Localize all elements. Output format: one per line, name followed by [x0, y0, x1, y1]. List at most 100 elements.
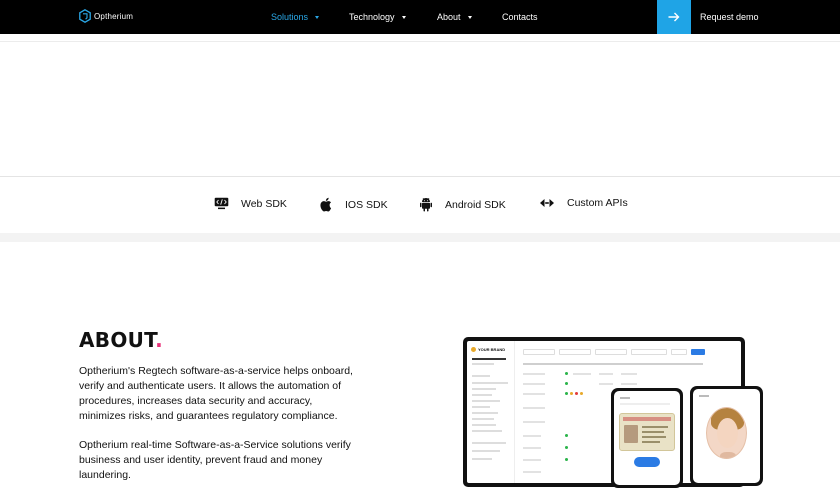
- mockup-row: [621, 383, 637, 385]
- mockup-line: [472, 363, 494, 365]
- status-dot: [575, 392, 578, 395]
- mockup-row: [620, 397, 630, 399]
- sdk-item-api[interactable]: Custom APIs: [539, 197, 628, 209]
- mockup-row: [599, 383, 613, 385]
- mockup-input: [523, 349, 555, 355]
- mockup-line: [472, 358, 506, 360]
- caret-down-icon: [401, 15, 406, 19]
- brand-name: Optherium: [94, 12, 134, 21]
- mockup-row: [599, 373, 613, 375]
- mockup-row: [523, 363, 703, 365]
- about-title-dot: .: [155, 328, 163, 352]
- about-title-text: ABOUT: [79, 328, 156, 352]
- web-sdk-icon: [214, 197, 229, 210]
- selfie-face-image: [706, 407, 747, 459]
- mockup-row: [523, 421, 545, 423]
- brand-logo[interactable]: Optherium: [79, 9, 133, 24]
- mockup-row: [523, 393, 545, 395]
- mockup-row: [523, 447, 541, 449]
- about-heading: ABOUT.: [79, 328, 163, 352]
- capture-button: [634, 457, 660, 467]
- mockup-row: [699, 395, 709, 397]
- mockup-line: [472, 388, 496, 390]
- status-dot: [565, 392, 568, 395]
- id-card-image: [619, 413, 675, 451]
- caret-down-icon: [315, 15, 320, 19]
- phone-mockup-id-scan: [611, 388, 683, 488]
- sdk-item-android[interactable]: Android SDK: [419, 197, 506, 212]
- status-dot: [570, 392, 573, 395]
- nav-item-label: Solutions: [271, 12, 309, 22]
- nav-item-about[interactable]: About: [437, 12, 472, 22]
- mockup-line: [472, 412, 498, 414]
- mockup-brand-text: YOUR BRAND: [478, 347, 506, 352]
- id-card-photo: [624, 425, 638, 443]
- id-card-line: [642, 431, 664, 433]
- top-nav: Optherium Solutions Technology About Con…: [0, 0, 840, 34]
- logo-icon: [79, 9, 91, 23]
- mockup-line: [472, 450, 500, 452]
- mockup-input: [631, 349, 667, 355]
- section-separator: [0, 233, 840, 242]
- mockup-line: [472, 400, 500, 402]
- mockup-line: [472, 394, 492, 396]
- mockup-line: [472, 430, 502, 432]
- nav-item-label: About: [437, 12, 461, 22]
- mockup-button: [691, 349, 705, 355]
- mockup-row: [523, 373, 545, 375]
- sdk-item-ios[interactable]: IOS SDK: [320, 197, 388, 212]
- mockup-row: [523, 459, 541, 461]
- caret-down-icon: [467, 15, 472, 19]
- brand-dot-icon: [471, 347, 476, 352]
- mockup-row: [523, 383, 545, 385]
- status-dot: [565, 458, 568, 461]
- mockup-line: [472, 406, 490, 408]
- mockup-line: [472, 382, 508, 384]
- face-shape: [717, 418, 738, 448]
- nav-item-label: Technology: [349, 12, 395, 22]
- sdk-label: Web SDK: [241, 197, 287, 210]
- api-icon: [540, 199, 554, 207]
- request-demo-arrow-button[interactable]: [657, 0, 691, 34]
- id-card-line: [642, 436, 666, 438]
- status-dot: [565, 434, 568, 437]
- phone-screen: [614, 391, 680, 485]
- id-card-line: [642, 426, 668, 428]
- status-dot: [565, 446, 568, 449]
- sdk-label: Custom APIs: [567, 197, 628, 209]
- mockup-brand: YOUR BRAND: [471, 347, 505, 352]
- nav-item-label: Contacts: [502, 12, 538, 22]
- status-dot: [565, 382, 568, 385]
- arrow-right-icon: [668, 12, 680, 22]
- mockup-row: [523, 407, 545, 409]
- phone-screen: [693, 389, 760, 483]
- mockup-line: [472, 458, 492, 460]
- nav-item-contacts[interactable]: Contacts: [502, 12, 538, 22]
- mockup-row: [621, 373, 637, 375]
- status-dot: [580, 392, 583, 395]
- apple-icon: [320, 197, 332, 212]
- about-paragraph: Optherium real-time Software-as-a-Servic…: [79, 439, 351, 481]
- mockup-line: [472, 418, 494, 420]
- divider: [0, 41, 840, 42]
- divider: [0, 176, 840, 177]
- mockup-input: [595, 349, 627, 355]
- mockup-line: [472, 375, 490, 377]
- mockup-sidebar: YOUR BRAND: [467, 341, 515, 483]
- mockup-line: [472, 442, 506, 444]
- sdk-item-web[interactable]: Web SDK: [214, 197, 287, 210]
- mockup-input: [671, 349, 687, 355]
- neck-shape: [720, 452, 736, 458]
- android-icon: [420, 197, 432, 212]
- nav-item-solutions[interactable]: Solutions: [271, 12, 320, 22]
- request-demo-button[interactable]: Request demo: [700, 12, 759, 22]
- sdk-label: Android SDK: [445, 198, 506, 211]
- nav-item-technology[interactable]: Technology: [349, 12, 406, 22]
- phone-mockup-selfie: [690, 386, 763, 486]
- mockup-row: [523, 435, 541, 437]
- id-card-header: [623, 417, 671, 421]
- id-card-line: [642, 441, 660, 443]
- sdk-label: IOS SDK: [345, 198, 388, 211]
- mockup-input: [559, 349, 591, 355]
- status-dot: [565, 372, 568, 375]
